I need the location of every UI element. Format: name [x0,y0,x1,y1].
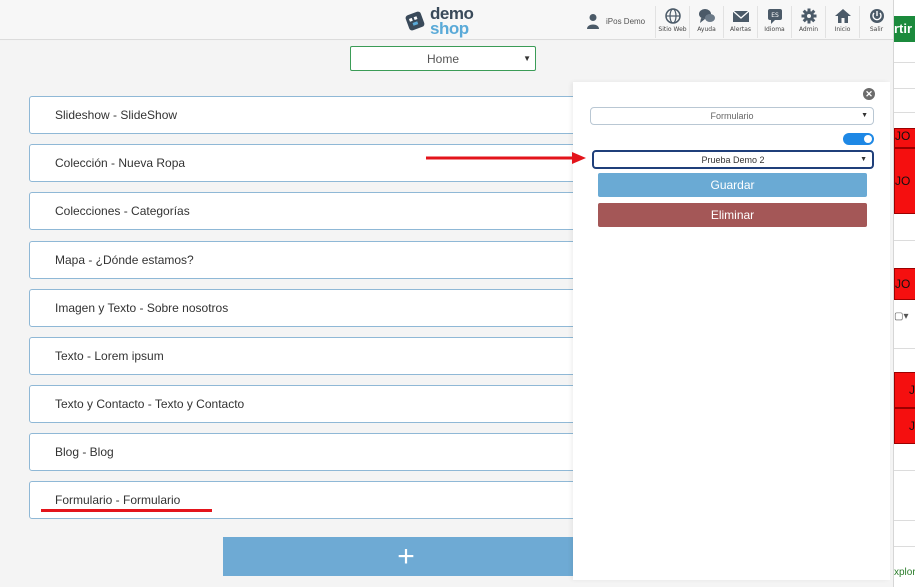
background-red-cell: JO [894,128,915,148]
logo-icon [405,11,425,31]
plus-icon: + [397,539,415,573]
divider [894,112,915,113]
background-red-cell: J [894,372,915,408]
nav-label: Salir [869,26,884,33]
background-red-cell: JO [894,148,915,214]
user-name: iPos Demo [606,16,646,26]
edit-panel: ✕ Formulario ▼ Prueba Demo 2 ▼ Guardar E… [573,82,890,580]
section-type-select[interactable]: Formulario ▼ [590,107,874,125]
nav-label: Sitio Web [658,26,687,33]
nav-label: Alertas [729,26,752,33]
nav-idioma[interactable]: ES Idioma [757,6,791,38]
nav-alertas[interactable]: Alertas [723,6,757,38]
help-chat-icon [698,9,715,23]
top-bar: demo shop iPos Demo Sitio Web Ayuda Aler… [0,0,893,40]
active-toggle[interactable] [843,133,874,145]
section-type-value: Formulario [710,111,754,121]
nav-label: Admin [798,26,819,33]
section-item[interactable]: Imagen y Texto - Sobre nosotros [29,289,589,327]
section-item[interactable]: Texto y Contacto - Texto y Contacto [29,385,589,423]
nav-sitio-web[interactable]: Sitio Web [655,6,689,38]
background-footer-text: xplora [894,567,915,578]
section-label: Formulario - Formulario [55,493,181,507]
nav-salir[interactable]: Salir [859,6,893,38]
home-icon [834,9,851,23]
annotation-underline [41,509,212,512]
logo[interactable]: demo shop [404,4,474,38]
logo-text-shop: shop [430,18,469,38]
language-icon: ES [767,9,782,24]
section-label: Colección - Nueva Ropa [55,156,186,170]
delete-button[interactable]: Eliminar [598,203,867,227]
nav-label: Inicio [834,26,851,33]
page-select-value: Home [426,51,459,66]
add-section-button[interactable]: + [223,537,589,576]
nav-label: Ayuda [697,26,716,33]
gear-icon [801,8,816,24]
section-item[interactable]: Texto - Lorem ipsum [29,337,589,375]
language-badge: ES [771,12,779,19]
clipboard-icon: ▢▾ [894,311,909,322]
nav-admin[interactable]: Admin [791,6,825,38]
divider [894,520,915,521]
section-label: Imagen y Texto - Sobre nosotros [55,301,229,315]
section-item[interactable]: Mapa - ¿Dónde estamos? [29,241,589,279]
background-red-cell: JO [894,268,915,300]
user-icon [587,14,599,29]
section-item[interactable]: Colecciones - Categorías [29,192,589,230]
background-red-cell: J [894,408,915,444]
divider [894,546,915,547]
nav-ayuda[interactable]: Ayuda [689,6,723,38]
section-label: Blog - Blog [55,445,114,459]
section-item[interactable]: Blog - Blog [29,433,589,471]
divider [894,240,915,241]
power-icon [869,9,884,23]
nav-label: Idioma [764,26,785,33]
annotation-arrow [426,152,586,164]
section-label: Colecciones - Categorías [55,204,190,218]
chevron-down-icon: ▼ [523,54,531,63]
section-item[interactable]: Slideshow - SlideShow [29,96,589,134]
section-label: Mapa - ¿Dónde estamos? [55,253,194,267]
mail-icon [732,10,749,22]
divider [894,62,915,63]
chevron-down-icon: ▼ [861,112,868,119]
page-select[interactable]: Home ▼ [350,46,536,71]
background-window: rtir JO JO JO ▢▾ J J xplora [893,0,915,587]
divider [894,88,915,89]
section-item-formulario[interactable]: Formulario - Formulario [29,481,589,519]
nav-inicio[interactable]: Inicio [825,6,859,38]
section-label: Slideshow - SlideShow [55,108,178,122]
divider [894,470,915,471]
form-select-value: Prueba Demo 2 [701,154,765,165]
section-label: Texto - Lorem ipsum [55,349,164,363]
divider [894,348,915,349]
form-select[interactable]: Prueba Demo 2 ▼ [592,150,874,169]
close-icon[interactable]: ✕ [863,88,875,100]
user-menu[interactable]: iPos Demo [586,8,645,34]
section-label: Texto y Contacto - Texto y Contacto [55,397,245,411]
save-button[interactable]: Guardar [598,173,867,197]
background-button: rtir [894,16,915,42]
chevron-down-icon: ▼ [860,156,867,163]
globe-icon [664,8,681,24]
